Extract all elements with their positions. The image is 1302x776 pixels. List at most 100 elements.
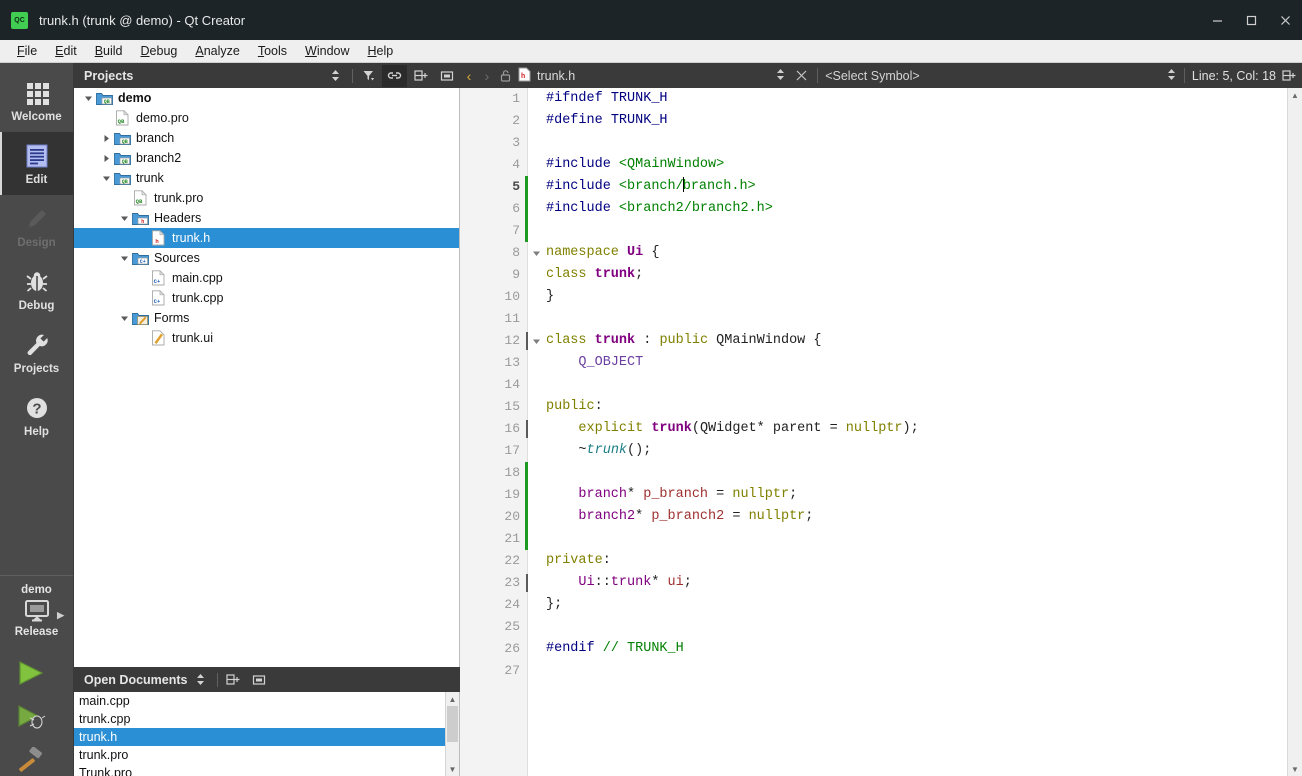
line-number-25: 25	[504, 619, 520, 634]
line-number-12: 12	[460, 330, 528, 352]
symbol-dropdown-icon[interactable]	[1166, 68, 1177, 83]
headers-folder-icon: h	[131, 211, 149, 226]
scroll-up-icon[interactable]: ▲	[446, 692, 459, 706]
tree-item-label: Headers	[154, 211, 202, 225]
maximize-icon[interactable]	[1234, 0, 1268, 40]
mode-edit[interactable]: Edit	[0, 132, 73, 195]
open-documents-list[interactable]: main.cpp trunk.cpp trunk.h trunk.pro Trunk.p…	[74, 692, 460, 776]
open-document-trunk-h[interactable]: trunk.h	[74, 728, 459, 746]
svg-text:C+: C+	[153, 298, 160, 305]
editor-scrollbar[interactable]: ▲ ▼	[1287, 88, 1302, 776]
close-pane-icon[interactable]	[434, 65, 459, 87]
menu-item-debug[interactable]: Debug	[132, 40, 187, 63]
unlocked-padlock-icon[interactable]	[496, 63, 514, 88]
menu-item-help[interactable]: Help	[359, 40, 403, 63]
code-line-2: #define TRUNK_H	[546, 110, 1287, 132]
twisty-right-icon[interactable]	[100, 154, 113, 163]
twisty-right-icon[interactable]	[100, 134, 113, 143]
close-icon[interactable]	[1268, 0, 1302, 40]
twisty-down-icon[interactable]	[118, 254, 131, 263]
project-tree[interactable]: QB demo QB demo.pro QB branch QB branch2 QB trunk…	[74, 88, 460, 667]
navigate-forward-icon[interactable]: ›	[478, 63, 496, 88]
tree-item-headers[interactable]: h Headers	[74, 208, 459, 228]
twisty-down-icon[interactable]	[118, 314, 131, 323]
tree-item-demo-pro[interactable]: QB demo.pro	[74, 108, 459, 128]
tree-item-trunk-ui[interactable]: trunk.ui	[74, 328, 459, 348]
scroll-down-icon[interactable]: ▼	[1288, 762, 1302, 776]
code-token: class	[546, 267, 595, 282]
twisty-down-icon[interactable]	[82, 94, 95, 103]
tree-item-forms[interactable]: Forms	[74, 308, 459, 328]
close-document-icon[interactable]	[792, 63, 810, 88]
mode-label: Debug	[18, 300, 55, 312]
projects-panel-header: Projects	[74, 63, 460, 88]
menu-item-edit[interactable]: Edit	[46, 40, 86, 63]
scroll-up-icon[interactable]: ▲	[1288, 88, 1302, 102]
open-document-trunk-pro[interactable]: Trunk.pro	[74, 764, 459, 776]
code-area[interactable]: #ifndef TRUNK_H #define TRUNK_H #include …	[528, 88, 1287, 776]
split-pane-icon[interactable]	[221, 669, 246, 691]
line-number-22: 22	[504, 553, 520, 568]
filter-funnel-icon[interactable]	[356, 65, 381, 87]
menu-item-analyze[interactable]: Analyze	[186, 40, 248, 63]
minimize-icon[interactable]	[1200, 0, 1234, 40]
mode-debug[interactable]: Debug	[0, 258, 73, 321]
mode-projects[interactable]: Projects	[0, 321, 73, 384]
line-number-7: 7	[460, 220, 528, 242]
build-button[interactable]	[16, 746, 50, 776]
line-number-2: 2	[512, 113, 520, 128]
tree-item-sources[interactable]: C+ Sources	[74, 248, 459, 268]
tree-item-trunk[interactable]: QB trunk	[74, 168, 459, 188]
svg-text:QB: QB	[121, 159, 127, 165]
tree-item-trunk-cpp[interactable]: C+ trunk.cpp	[74, 288, 459, 308]
mode-welcome[interactable]: Welcome	[0, 69, 73, 132]
open-document-trunk-cpp[interactable]: trunk.cpp	[74, 710, 459, 728]
svg-text:QB: QB	[135, 198, 142, 205]
kit-selector[interactable]: demo ▶ Release	[0, 575, 73, 644]
menu-item-file[interactable]: File	[8, 40, 46, 63]
debug-button[interactable]	[16, 702, 50, 732]
scroll-down-icon[interactable]: ▼	[446, 762, 459, 776]
tree-item-label: branch2	[136, 151, 182, 165]
tree-item-branch[interactable]: QB branch	[74, 128, 459, 148]
menu-item-build[interactable]: Build	[86, 40, 132, 63]
tree-item-trunk-pro[interactable]: QB trunk.pro	[74, 188, 459, 208]
code-token: ;	[635, 267, 644, 282]
cpp-file-icon: C+	[149, 290, 167, 306]
view-selector[interactable]	[188, 669, 213, 691]
split-pane-icon[interactable]	[408, 65, 433, 87]
code-line-8: namespace Ui {	[546, 242, 1287, 264]
tree-item-label: demo	[118, 91, 152, 105]
tree-item-label: branch	[136, 131, 175, 145]
code-line-5: #include <branch/branch.h>	[546, 176, 1287, 198]
scrollbar-thumb[interactable]	[447, 706, 458, 742]
current-file-tab[interactable]: h trunk.h	[518, 67, 575, 85]
editor-split-button[interactable]	[1276, 63, 1302, 88]
code-token: explicit	[578, 421, 652, 436]
tree-item-trunk-h[interactable]: h trunk.h	[74, 228, 459, 248]
menu-item-tools[interactable]: Tools	[249, 40, 296, 63]
twisty-down-icon[interactable]	[100, 174, 113, 183]
tree-item-label: trunk.pro	[154, 191, 204, 205]
symbol-selector[interactable]: <Select Symbol>	[825, 69, 920, 83]
tree-item-branch2[interactable]: QB branch2	[74, 148, 459, 168]
twisty-down-icon[interactable]	[118, 214, 131, 223]
open-document-main-cpp[interactable]: main.cpp	[74, 692, 459, 710]
menu-item-window[interactable]: Window	[296, 40, 358, 63]
mode-help[interactable]: ? Help	[0, 384, 73, 447]
run-button[interactable]	[16, 658, 50, 688]
code-token: ::	[594, 575, 611, 590]
sync-with-editor-button[interactable]	[382, 64, 407, 87]
open-document-trunk-pro[interactable]: trunk.pro	[74, 746, 459, 764]
open-documents-items: main.cpp trunk.cpp trunk.h trunk.pro Trunk.p…	[74, 692, 459, 776]
open-documents-scrollbar[interactable]: ▲ ▼	[445, 692, 459, 776]
tree-item-main-cpp[interactable]: C+ main.cpp	[74, 268, 459, 288]
view-selector[interactable]	[323, 65, 348, 87]
pro-file-icon: QB	[113, 110, 131, 126]
close-pane-icon[interactable]	[247, 669, 272, 691]
tree-item-demo[interactable]: QB demo	[74, 88, 459, 108]
navigate-back-icon[interactable]: ‹	[460, 63, 478, 88]
code-token: (	[691, 421, 700, 436]
file-dropdown-icon[interactable]	[775, 68, 786, 83]
tree-item-label: demo.pro	[136, 111, 189, 125]
